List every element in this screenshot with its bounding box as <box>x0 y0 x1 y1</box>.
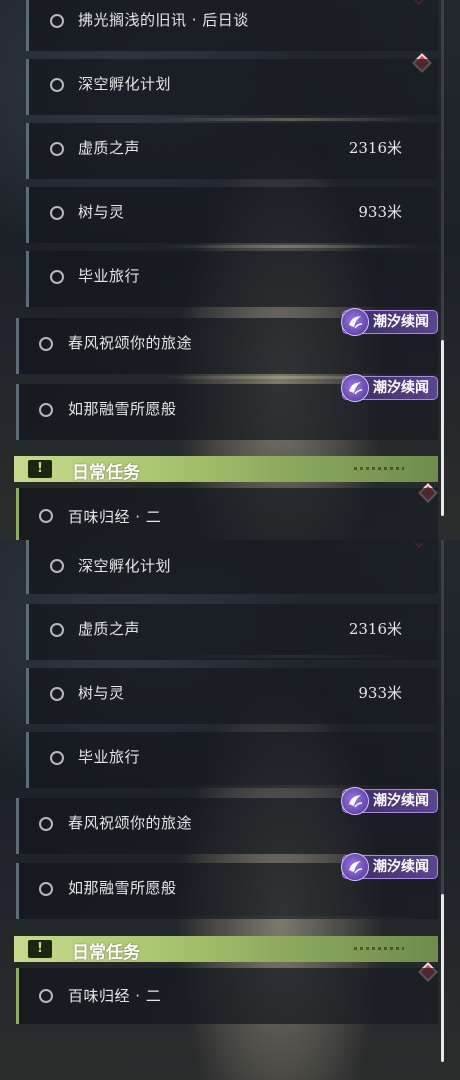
quest-bar <box>26 123 29 179</box>
quest-item-deep-space[interactable]: 深空孵化计划 <box>26 59 438 115</box>
quest-item-deep-space[interactable]: 深空孵化计划 <box>26 540 438 594</box>
tag-label: 潮汐续闻 <box>373 314 429 330</box>
quest-distance: 933米 <box>358 203 402 221</box>
exclamation-icon: ! <box>28 460 52 478</box>
quest-bar <box>26 540 29 594</box>
tag-label: 潮汐续闻 <box>373 859 429 875</box>
section-title: 日常任务 <box>72 943 140 963</box>
quest-name: 春风祝颂你的旅途 <box>68 334 193 352</box>
quest-name: 树与灵 <box>78 684 125 702</box>
scrollbar-thumb[interactable] <box>441 340 444 516</box>
scrollbar-thumb[interactable] <box>441 894 444 1062</box>
quest-list-panel-top: 拂光搁浅的旧讯 · 后日谈 深空孵化计划 虚质之声 2316米 树与灵 933米… <box>0 0 460 540</box>
quest-item-past-news[interactable]: 拂光搁浅的旧讯 · 后日谈 <box>26 0 438 51</box>
quest-item-void[interactable]: 虚质之声 2316米 <box>26 123 438 179</box>
tide-tale-tag: 潮汐续闻 <box>341 853 438 881</box>
circle-status-icon <box>50 78 64 92</box>
quest-bar <box>26 732 29 788</box>
wave-tag-icon <box>341 853 369 881</box>
circle-status-icon <box>50 687 64 701</box>
circle-status-icon <box>39 509 53 523</box>
quest-name: 春风祝颂你的旅途 <box>68 814 193 832</box>
quest-item-flavors[interactable]: 百味归经 · 二 <box>16 968 438 1024</box>
daily-section-header[interactable]: ! 日常任务 <box>14 456 438 483</box>
circle-status-icon <box>39 882 53 896</box>
quest-bar <box>26 604 29 660</box>
circle-status-icon <box>50 751 64 765</box>
circle-status-icon <box>50 14 64 28</box>
circle-status-icon <box>39 337 53 351</box>
circle-status-icon <box>39 403 53 417</box>
light-streak <box>160 118 420 121</box>
circle-status-icon <box>50 623 64 637</box>
quest-name: 百味归经 · 二 <box>68 508 162 526</box>
quest-list-panel-bottom: 深空孵化计划 虚质之声 2316米 树与灵 933米 毕业旅行 春风祝颂你的旅途… <box>0 540 460 1080</box>
quest-name: 如那融雪所愿般 <box>68 879 177 897</box>
quest-item-tree[interactable]: 树与灵 933米 <box>26 187 438 243</box>
quest-item-flavors[interactable]: 百味归经 · 二 <box>16 488 438 540</box>
quest-bar <box>26 251 29 307</box>
quest-name: 拂光搁浅的旧讯 · 后日谈 <box>78 11 249 29</box>
quest-name: 毕业旅行 <box>78 267 141 285</box>
quest-item-void[interactable]: 虚质之声 2316米 <box>26 604 438 660</box>
light-streak <box>160 245 420 248</box>
circle-status-icon <box>50 270 64 284</box>
quest-distance: 933米 <box>358 684 402 702</box>
quest-bar <box>16 968 19 1024</box>
quest-bar <box>16 488 19 540</box>
tag-label: 潮汐续闻 <box>373 380 429 396</box>
daily-section-header[interactable]: ! 日常任务 <box>14 936 438 963</box>
circle-status-icon <box>39 989 53 1003</box>
quest-distance: 2316米 <box>348 620 402 638</box>
quest-name: 如那融雪所愿般 <box>68 400 177 418</box>
quest-bar <box>16 798 19 854</box>
circle-status-icon <box>50 142 64 156</box>
circle-status-icon <box>50 206 64 220</box>
section-title: 日常任务 <box>72 463 140 483</box>
tag-label: 潮汐续闻 <box>373 793 429 809</box>
quest-bar <box>26 668 29 724</box>
quest-bar <box>16 384 19 440</box>
tide-tale-tag: 潮汐续闻 <box>341 308 438 336</box>
quest-distance: 2316米 <box>348 139 402 157</box>
quest-bar <box>16 863 19 919</box>
quest-name: 深空孵化计划 <box>78 557 172 575</box>
tide-tale-tag: 潮汐续闻 <box>341 374 438 402</box>
quest-item-graduation[interactable]: 毕业旅行 <box>26 732 438 788</box>
circle-status-icon <box>50 559 64 573</box>
quest-bar <box>26 187 29 243</box>
quest-bar <box>26 0 29 51</box>
quest-name: 虚质之声 <box>78 139 141 157</box>
header-decoration <box>354 947 404 950</box>
quest-bar <box>16 318 19 374</box>
quest-name: 毕业旅行 <box>78 748 141 766</box>
quest-item-tree[interactable]: 树与灵 933米 <box>26 668 438 724</box>
circle-status-icon <box>39 817 53 831</box>
quest-item-graduation[interactable]: 毕业旅行 <box>26 251 438 307</box>
wave-tag-icon <box>341 308 369 336</box>
header-decoration <box>354 467 404 470</box>
quest-name: 虚质之声 <box>78 620 141 638</box>
exclamation-icon: ! <box>28 940 52 958</box>
wave-tag-icon <box>341 374 369 402</box>
tide-tale-tag: 潮汐续闻 <box>341 787 438 815</box>
quest-bar <box>26 59 29 115</box>
quest-name: 深空孵化计划 <box>78 75 172 93</box>
wave-tag-icon <box>341 787 369 815</box>
quest-name: 百味归经 · 二 <box>68 987 162 1005</box>
quest-name: 树与灵 <box>78 203 125 221</box>
